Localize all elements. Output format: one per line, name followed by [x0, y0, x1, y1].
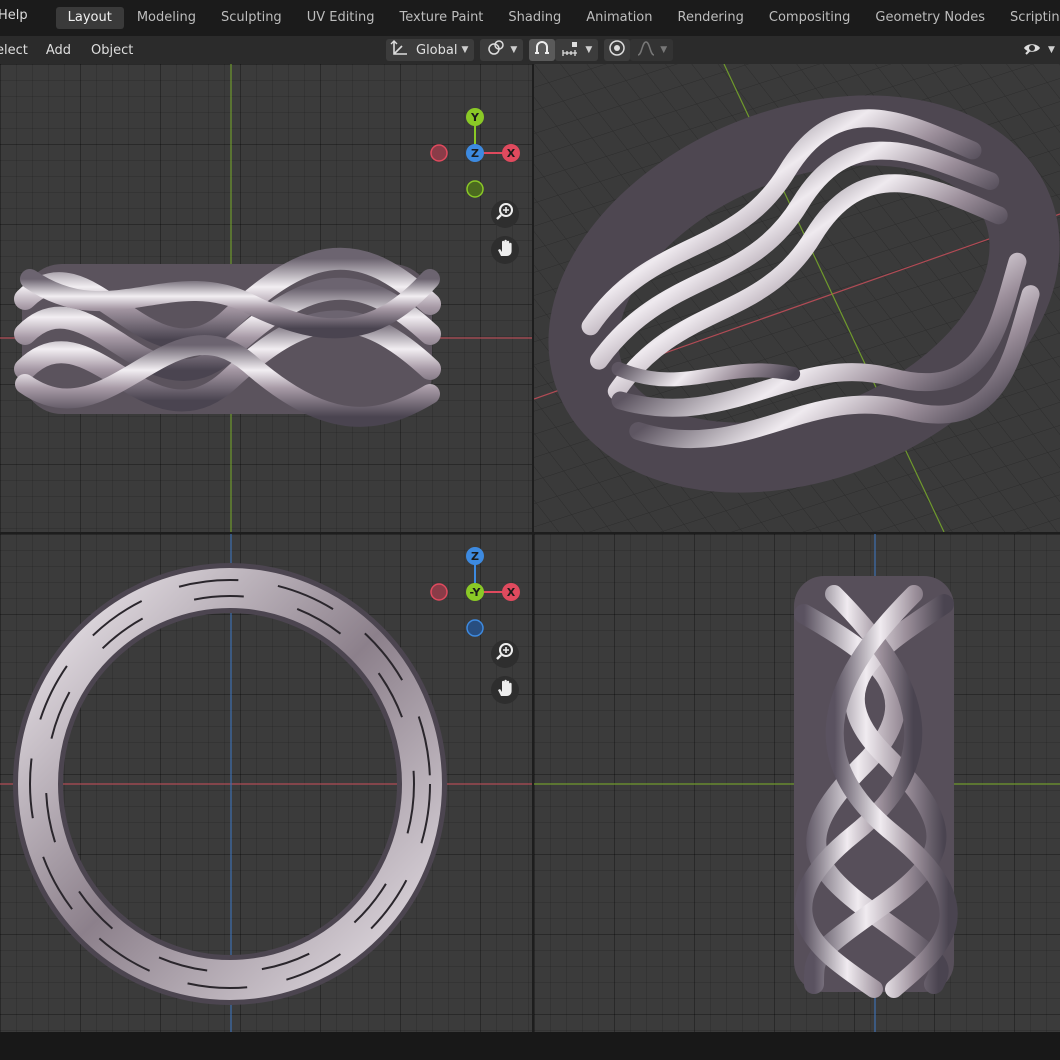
tab-rendering[interactable]: Rendering: [666, 7, 756, 29]
navigation-gizmo[interactable]: Y Z X: [420, 104, 530, 204]
tab-shading[interactable]: Shading: [496, 7, 573, 29]
viewport-header: elect Add Object Global ▼ ▼ ▼: [0, 36, 1060, 64]
gizmo-x-label: X: [507, 147, 516, 160]
hand-icon: [495, 238, 515, 262]
snap-toggle[interactable]: [529, 39, 556, 61]
proportional-editing-toggle[interactable]: [604, 39, 631, 61]
gizmo-neg-x-handle: [430, 583, 448, 601]
viewport-top[interactable]: Z -Y X: [0, 534, 532, 1032]
viewport-front[interactable]: Y Z X: [0, 64, 532, 532]
select-menu[interactable]: elect: [0, 43, 28, 58]
gizmo-neg-y-label: -Y: [470, 586, 482, 599]
proportional-editing-icon: [608, 39, 626, 61]
gizmo-z-label: Z: [471, 550, 479, 563]
ring-object[interactable]: [14, 247, 441, 427]
viewport-perspective[interactable]: [534, 64, 1060, 532]
chevron-down-icon: ▼: [585, 45, 593, 55]
snap-icon: [533, 39, 551, 61]
gizmo-x-label: X: [507, 586, 516, 599]
tab-layout[interactable]: Layout: [55, 7, 124, 29]
zoom-icon: [495, 642, 515, 666]
gizmo-y-label: Y: [470, 111, 480, 124]
tab-compositing[interactable]: Compositing: [757, 7, 863, 29]
transform-tools: Global ▼ ▼ ▼ ▼: [386, 38, 679, 62]
viewport-split-vertical[interactable]: [532, 64, 534, 1032]
snap-increment-icon: [561, 39, 581, 61]
chevron-down-icon: ▼: [1048, 45, 1055, 55]
falloff-icon: [636, 39, 656, 61]
hand-icon: [495, 678, 515, 702]
orientation-dropdown[interactable]: Global ▼: [386, 39, 475, 61]
chevron-down-icon: ▼: [510, 45, 518, 55]
viewport-perspective-scene: [534, 64, 1060, 532]
tab-sculpting[interactable]: Sculpting: [209, 7, 294, 29]
pan-button[interactable]: [491, 676, 519, 704]
ring-object[interactable]: [794, 576, 958, 998]
gizmo-neg-x-handle: [430, 144, 448, 162]
tab-animation[interactable]: Animation: [574, 7, 664, 29]
zoom-button[interactable]: [491, 640, 519, 668]
snap-target-dropdown[interactable]: ▼: [555, 39, 599, 61]
viewport-side-scene: [534, 534, 1060, 1032]
navigation-gizmo[interactable]: Z -Y X: [420, 544, 530, 644]
tab-texture-paint[interactable]: Texture Paint: [388, 7, 496, 29]
orientation-value: Global: [416, 42, 458, 58]
tab-scripting[interactable]: Scripting: [998, 7, 1060, 29]
gizmo-neg-z-handle: [466, 619, 484, 637]
chevron-down-icon: ▼: [461, 45, 469, 55]
viewport-split-horizontal[interactable]: [0, 532, 1060, 534]
view-visibility-dropdown[interactable]: ▼: [1022, 39, 1055, 61]
pivot-dropdown[interactable]: ▼: [480, 39, 524, 61]
zoom-button[interactable]: [491, 200, 519, 228]
tab-geometry-nodes[interactable]: Geometry Nodes: [863, 7, 997, 29]
viewport-side[interactable]: [534, 534, 1060, 1032]
help-menu[interactable]: Help: [0, 8, 28, 23]
tab-modeling[interactable]: Modeling: [125, 7, 208, 29]
pan-button[interactable]: [491, 236, 519, 264]
gizmo-z-label: Z: [471, 147, 479, 160]
tab-uv-editing[interactable]: UV Editing: [295, 7, 387, 29]
add-menu[interactable]: Add: [46, 43, 71, 58]
gizmo-neg-y-handle: [466, 180, 484, 198]
transform-orientation-icon: [390, 39, 410, 61]
status-bar: [0, 1032, 1060, 1060]
zoom-icon: [495, 202, 515, 226]
chevron-down-icon: ▼: [660, 45, 668, 55]
object-menu[interactable]: Object: [91, 43, 133, 58]
workspace-bar: Help Layout Modeling Sculpting UV Editin…: [0, 0, 1060, 36]
falloff-dropdown[interactable]: ▼: [630, 39, 674, 61]
pivot-icon: [486, 39, 506, 61]
view-visibility-icon: [1022, 39, 1044, 61]
